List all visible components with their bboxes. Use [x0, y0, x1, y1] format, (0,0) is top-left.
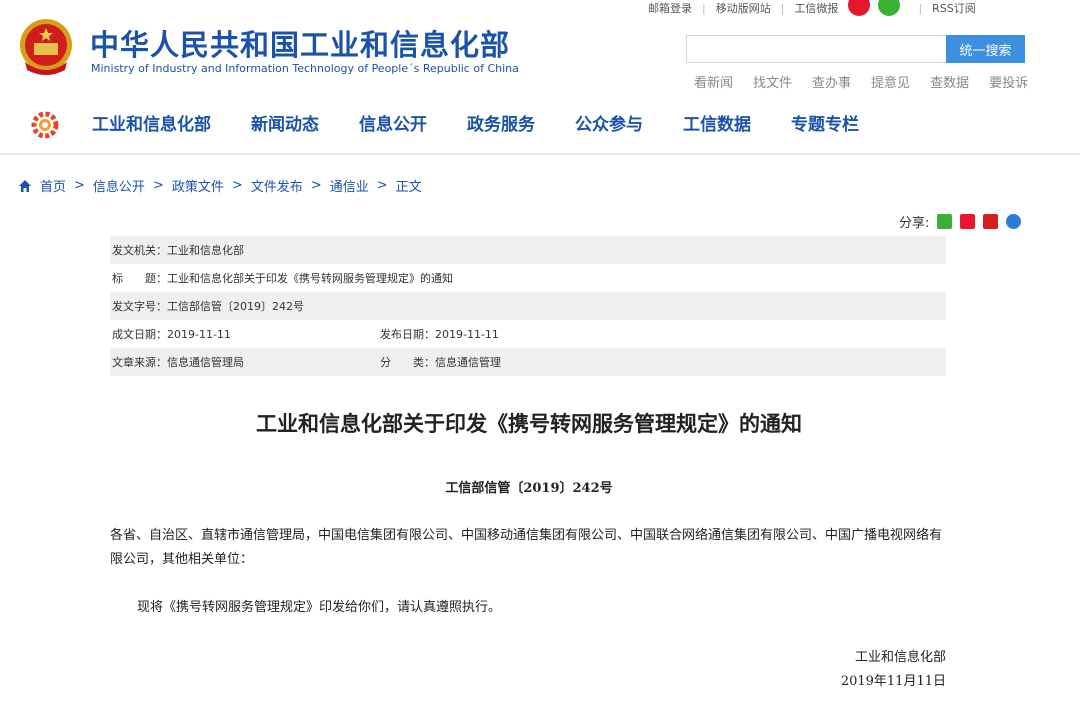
search-input[interactable] [686, 35, 946, 63]
rss-link[interactable]: RSS订阅 [932, 0, 976, 16]
meta-title: 标 题：工业和信息化部关于印发《携号转网服务管理规定》的通知 [112, 272, 453, 285]
document-meta-table: 发文机关：工业和信息化部 标 题：工业和信息化部关于印发《携号转网服务管理规定》… [110, 236, 946, 376]
signature-organization: 工业和信息化部 [854, 650, 946, 665]
share-bar: 分享: [899, 212, 1022, 231]
breadcrumb-file-release[interactable]: 文件发布 [251, 176, 303, 195]
nav-item-news[interactable]: 新闻动态 [251, 110, 319, 135]
top-link-weibao[interactable]: 工信微报 [794, 0, 838, 16]
chevron-right-icon: > [74, 178, 85, 193]
wechat-icon[interactable] [878, 0, 901, 16]
chevron-right-icon: > [310, 178, 322, 193]
meta-row: 标 题：工业和信息化部关于印发《携号转网服务管理规定》的通知 [110, 264, 946, 292]
meta-row: 文章来源：信息通信管理局 分 类：信息通信管理 [110, 348, 946, 376]
article-title: 工业和信息化部关于印发《携号转网服务管理规定》的通知 [256, 412, 802, 436]
site-title[interactable]: 中华人民共和国工业和信息化部 [90, 22, 510, 64]
nav-item-data[interactable]: 工信数据 [683, 110, 751, 135]
quick-link-data[interactable]: 查数据 [930, 72, 969, 91]
quick-link-news[interactable]: 看新闻 [694, 72, 733, 91]
quick-link-feedback[interactable]: 提意见 [871, 72, 910, 91]
top-link-mail-login[interactable]: 邮箱登录 [648, 0, 692, 16]
meta-published-date: 发布日期：2019-11-11 [380, 328, 499, 341]
meta-row: 成文日期：2019-11-11 发布日期：2019-11-11 [110, 320, 946, 348]
meta-source: 文章来源：信息通信管理局 [112, 356, 244, 369]
weibo-icon[interactable] [848, 0, 871, 16]
quick-link-complaint[interactable]: 要投诉 [989, 72, 1028, 91]
nav-divider [0, 153, 1080, 155]
divider: | [918, 1, 923, 15]
meta-category: 分 类：信息通信管理 [380, 356, 501, 369]
article-recipients-paragraph: 各省、自治区、直辖市通信管理局，中国电信集团有限公司、中国移动通信集团有限公司、… [110, 528, 943, 567]
divider: | [780, 1, 785, 15]
share-label: 分享: [899, 216, 930, 231]
meta-created-date: 成文日期：2019-11-11 [112, 328, 231, 341]
main-nav: 工业和信息化部 新闻动态 信息公开 政务服务 公众参与 工信数据 专题专栏 [92, 110, 859, 135]
share-renren-icon[interactable] [983, 214, 999, 229]
home-icon[interactable] [18, 179, 32, 193]
search-button[interactable]: 统一搜索 [946, 35, 1025, 63]
meta-doc-number: 发文字号：工信部信管〔2019〕242号 [112, 300, 304, 313]
chevron-right-icon: > [231, 178, 243, 193]
signature-date: 2019年11月11日 [840, 674, 946, 689]
article-doc-number: 工信部信管〔2019〕242号 [445, 481, 613, 496]
nav-item-gov-services[interactable]: 政务服务 [467, 110, 535, 135]
breadcrumb-current: 正文 [395, 180, 422, 195]
nav-item-miit[interactable]: 工业和信息化部 [92, 110, 211, 135]
chevron-right-icon: > [376, 178, 388, 193]
nav-item-public-participation[interactable]: 公众参与 [575, 110, 643, 135]
meta-row: 发文机关：工业和信息化部 [110, 236, 946, 264]
top-link-mobile-site[interactable]: 移动版网站 [716, 0, 771, 16]
breadcrumb: 首页 > 信息公开 > 政策文件 > 文件发布 > 通信业 > 正文 [18, 176, 422, 195]
breadcrumb-policy-files[interactable]: 政策文件 [172, 176, 224, 195]
share-qq-icon[interactable] [1006, 214, 1022, 229]
breadcrumb-home[interactable]: 首页 [40, 176, 66, 195]
quick-link-services[interactable]: 查办事 [812, 72, 851, 91]
share-weibo-icon[interactable] [960, 214, 976, 229]
meta-row: 发文字号：工信部信管〔2019〕242号 [110, 292, 946, 320]
quick-link-files[interactable]: 找文件 [753, 72, 792, 91]
chevron-right-icon: > [152, 178, 164, 193]
nav-item-info-disclosure[interactable]: 信息公开 [359, 110, 427, 135]
share-wechat-icon[interactable] [937, 214, 953, 229]
meta-issuer: 发文机关：工业和信息化部 [112, 244, 244, 257]
divider: | [702, 1, 706, 15]
nav-item-special-topics[interactable]: 专题专栏 [791, 110, 859, 135]
breadcrumb-info-disclosure[interactable]: 信息公开 [93, 176, 145, 195]
ministry-gear-icon[interactable] [31, 111, 59, 139]
breadcrumb-telecom[interactable]: 通信业 [330, 176, 369, 195]
top-links-bar: 邮箱登录 | 移动版网站 | 工信微报 | RSS订阅 [648, 0, 976, 16]
article-body-paragraph: 现将《携号转网服务管理规定》印发给你们，请认真遵照执行。 [137, 600, 502, 615]
national-emblem-logo[interactable] [17, 18, 75, 78]
site-subtitle: Ministry of Industry and Information Tec… [91, 62, 519, 75]
quick-links: 看新闻 找文件 查办事 提意见 查数据 要投诉 [694, 72, 1028, 91]
